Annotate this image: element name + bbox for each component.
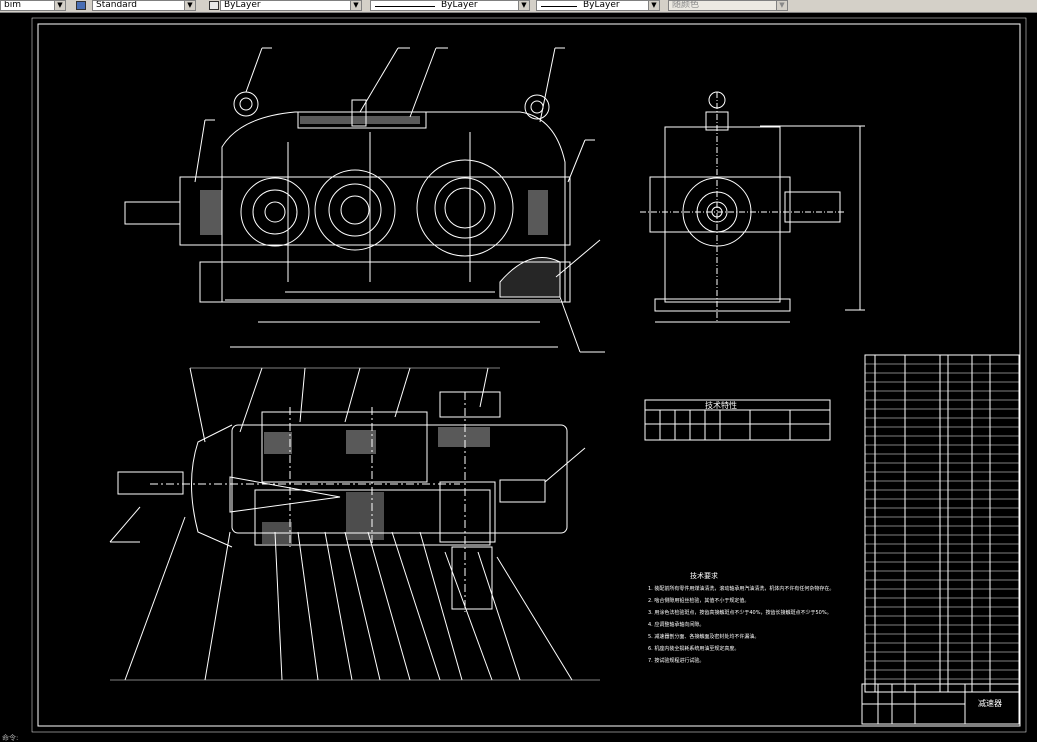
dimstyle-dropdown[interactable]: bim ▼ — [0, 0, 66, 11]
parts-list — [864, 354, 1020, 693]
title-block-name: 减速器 — [978, 698, 1002, 708]
layer-icon[interactable] — [209, 1, 219, 10]
chevron-down-icon[interactable]: ▼ — [54, 1, 65, 10]
parts-list-rows — [865, 363, 1019, 680]
tech-req-1: 1. 装配前所有零件用煤油清洗，滚动轴承用汽油清洗，机体内不许有任何杂物存在。 — [648, 585, 834, 592]
textstyle-dropdown[interactable]: Standard ▼ — [92, 0, 196, 11]
tech-req-4: 4. 应调整轴承轴向间隙。 — [648, 621, 704, 628]
command-prompt: 命令: — [2, 734, 19, 742]
section-hatch — [262, 427, 490, 544]
linetype-value: ByLayer — [441, 0, 478, 10]
command-line[interactable]: 命令: — [0, 734, 1037, 742]
tech-req-7: 7. 按试验规程进行试验。 — [648, 657, 704, 664]
chevron-down-icon[interactable]: ▼ — [776, 1, 787, 10]
front-view-hatch — [200, 116, 548, 235]
plotstyle-value: 随颜色 — [672, 0, 700, 10]
dimstyle-value: bim — [4, 0, 21, 10]
lineweight-preview — [541, 6, 577, 7]
color-control-dropdown[interactable]: ByLayer ▼ — [220, 0, 362, 11]
textstyle-value: Standard — [96, 0, 137, 10]
linetype-dropdown[interactable]: ByLayer ▼ — [370, 0, 530, 11]
tech-req-2: 2. 啮合侧隙用铅丝检验，其值不小于规定值。 — [648, 597, 749, 604]
tech-requirements-title: 技术要求 — [690, 571, 718, 580]
spec-table — [644, 399, 831, 441]
drawing-border — [37, 23, 1021, 727]
cad-drawing-canvas[interactable]: 技术特性 技术要求 1. 装配前所有零件用煤油清洗，滚动轴承用汽油清洗，机体内不… — [0, 12, 1037, 734]
layer-color-value: ByLayer — [224, 0, 261, 10]
side-view — [640, 91, 865, 323]
chevron-down-icon[interactable]: ▼ — [648, 1, 659, 10]
plotstyle-dropdown[interactable]: 随颜色 ▼ — [668, 0, 788, 11]
spec-table-title: 技术特性 — [705, 400, 737, 410]
lineweight-value: ByLayer — [583, 0, 620, 10]
chevron-down-icon[interactable]: ▼ — [184, 1, 195, 10]
chevron-down-icon[interactable]: ▼ — [518, 1, 529, 10]
tech-req-5: 5. 减速器剖分面、各接触面及密封处均不许漏油。 — [648, 633, 759, 640]
lineweight-dropdown[interactable]: ByLayer ▼ — [536, 0, 660, 11]
text-style-icon[interactable] — [76, 1, 86, 10]
chevron-down-icon[interactable]: ▼ — [350, 1, 361, 10]
tech-req-3: 3. 用涂色法检验斑点，按齿高接触斑点不少于40%，按齿长接触斑点不少于50%。 — [648, 609, 832, 616]
linetype-preview — [375, 6, 435, 7]
tech-req-6: 6. 机座内装全损耗系统用油至规定高度。 — [648, 645, 739, 652]
